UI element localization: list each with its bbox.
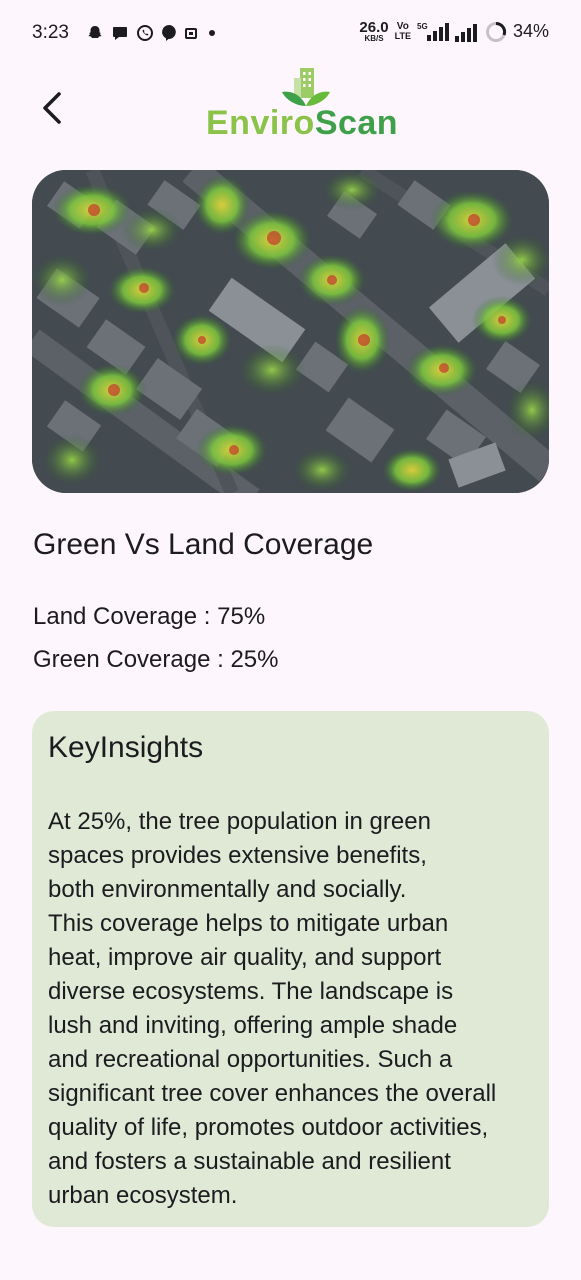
- signal-icon: [454, 23, 477, 42]
- green-coverage-row: Green Coverage : 25%: [33, 646, 278, 674]
- back-button[interactable]: [28, 84, 76, 132]
- volte-bottom: LTE: [394, 31, 411, 41]
- key-insights-title: KeyInsights: [48, 731, 204, 764]
- key-insights-card: KeyInsights At 25%, the tree population …: [32, 711, 549, 1227]
- app-notification-icon: [185, 28, 197, 39]
- messenger-icon: [162, 25, 176, 41]
- land-coverage-value: 75%: [217, 603, 266, 630]
- chevron-left-icon: [43, 92, 61, 124]
- notification-icons: [86, 24, 219, 42]
- network-speed: 26.0 KB/S: [359, 20, 388, 43]
- logo-text-enviro: Enviro: [206, 104, 315, 142]
- battery-percent: 34%: [512, 21, 549, 41]
- app-logo-text: EnviroScan: [206, 104, 398, 143]
- network-speed-value: 26.0: [359, 19, 389, 36]
- coverage-title: Green Vs Land Coverage: [33, 528, 374, 561]
- key-insights-body: At 25%, the tree population in green spa…: [48, 808, 497, 1209]
- logo-text-scan: Scan: [314, 104, 399, 142]
- more-dot-icon: [209, 30, 215, 36]
- status-time: 3:23: [32, 22, 69, 43]
- volte-indicator: Vo LTE: [395, 22, 411, 41]
- status-bar: 3:23 26.0 KB/S Vo LTE 5G 34%: [0, 0, 581, 70]
- network-type-label: 5G: [417, 22, 428, 31]
- aerial-vegetation-map: [32, 170, 549, 493]
- green-coverage-label: Green Coverage :: [33, 646, 231, 673]
- app-logo: EnviroScan: [206, 66, 406, 146]
- land-coverage-label: Land Coverage :: [33, 603, 218, 630]
- network-speed-unit: KB/S: [364, 34, 384, 43]
- whatsapp-icon: [137, 25, 153, 41]
- chat-icon: [113, 27, 127, 40]
- green-coverage-value: 25%: [230, 646, 279, 673]
- signal-5g-icon: 5G: [417, 22, 449, 41]
- land-coverage-row: Land Coverage : 75%: [33, 603, 265, 631]
- battery-icon: [485, 21, 506, 42]
- map-graphic: [32, 170, 549, 493]
- snapchat-icon: [88, 26, 102, 38]
- status-right: 26.0 KB/S Vo LTE 5G 34%: [359, 20, 549, 43]
